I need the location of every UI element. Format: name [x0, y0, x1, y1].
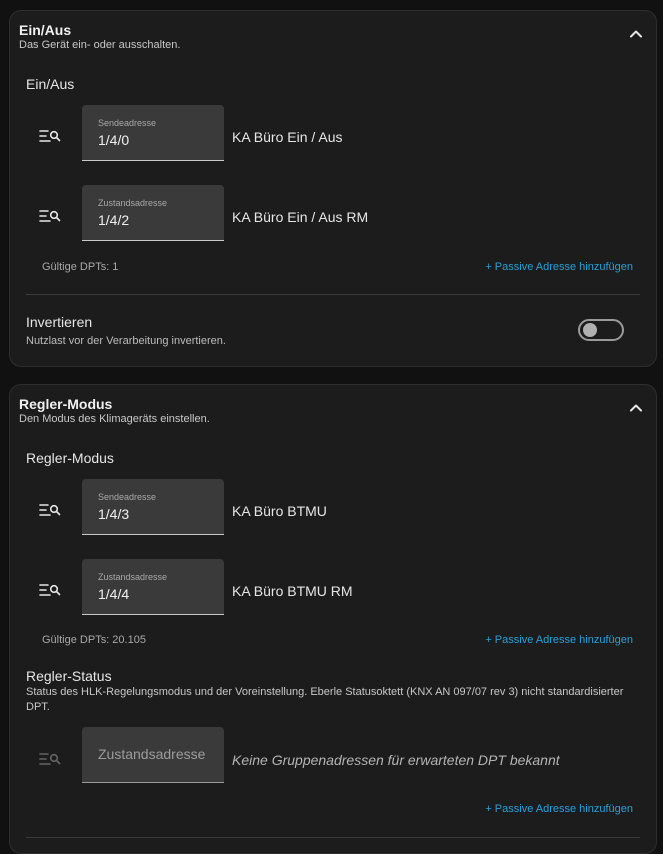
no-group-address-message: Keine Gruppenadressen für erwarteten DPT… — [232, 752, 560, 768]
address-description: KA Büro Ein / Aus — [232, 129, 343, 145]
field-value: 1/4/2 — [98, 212, 130, 228]
controller-mode-section: Regler-Modus Den Modus des Klimageräts e… — [9, 384, 657, 854]
list-search-icon[interactable] — [39, 129, 61, 143]
valid-dpts-info: Gültige DPTs: 20.105 — [42, 634, 146, 646]
status-title: Regler-Status — [26, 668, 112, 684]
field-value: 1/4/3 — [98, 506, 130, 522]
state-address-field[interactable]: Zustandsadresse 1/4/2 — [82, 185, 224, 241]
section-title: Ein/Aus — [19, 22, 72, 38]
list-search-icon — [39, 753, 61, 765]
list-search-icon[interactable] — [39, 209, 61, 223]
send-address-field[interactable]: Sendeadresse 1/4/3 — [82, 479, 224, 535]
invert-toggle[interactable] — [578, 319, 624, 341]
field-value: 1/4/0 — [98, 132, 130, 148]
address-description: KA Büro BTMU — [232, 503, 327, 519]
chevron-up-icon[interactable] — [628, 26, 644, 42]
address-description: KA Büro BTMU RM — [232, 583, 353, 599]
state-address-field[interactable]: Zustandsadresse 1/4/4 — [82, 559, 224, 615]
section-subtitle: Den Modus des Klimageräts einstellen. — [19, 413, 210, 425]
valid-dpts-info: Gültige DPTs: 1 — [42, 261, 119, 273]
field-label: Sendeadresse — [98, 492, 157, 502]
add-passive-address-link[interactable]: + Passive Adresse hinzufügen — [485, 634, 633, 646]
divider — [26, 837, 640, 838]
send-address-field[interactable]: Sendeadresse 1/4/0 — [82, 105, 224, 161]
add-passive-address-link[interactable]: + Passive Adresse hinzufügen — [485, 261, 633, 273]
group-title: Ein/Aus — [26, 76, 75, 92]
list-search-icon[interactable] — [39, 503, 61, 517]
toggle-knob — [583, 323, 597, 337]
field-label: Sendeadresse — [98, 118, 157, 128]
field-label: Zustandsadresse — [98, 572, 168, 582]
list-search-icon[interactable] — [39, 583, 61, 597]
on-off-section: Ein/Aus Das Gerät ein- oder ausschalten.… — [9, 10, 657, 367]
section-subtitle: Das Gerät ein- oder ausschalten. — [19, 39, 181, 51]
invert-label: Invertieren — [26, 314, 93, 330]
section-title: Regler-Modus — [19, 396, 113, 412]
field-label: Zustandsadresse — [98, 198, 168, 208]
group-title: Regler-Modus — [26, 450, 114, 466]
field-value: 1/4/4 — [98, 586, 130, 602]
divider — [26, 294, 640, 295]
status-address-field[interactable]: Zustandsadresse — [82, 727, 224, 783]
add-passive-address-link[interactable]: + Passive Adresse hinzufügen — [485, 803, 633, 815]
field-placeholder: Zustandsadresse — [98, 746, 206, 762]
invert-description: Nutzlast vor der Verarbeitung invertiere… — [26, 335, 226, 347]
chevron-up-icon[interactable] — [628, 400, 644, 416]
status-description: Status des HLK-Regelungsmodus und der Vo… — [26, 686, 624, 713]
address-description: KA Büro Ein / Aus RM — [232, 209, 369, 225]
